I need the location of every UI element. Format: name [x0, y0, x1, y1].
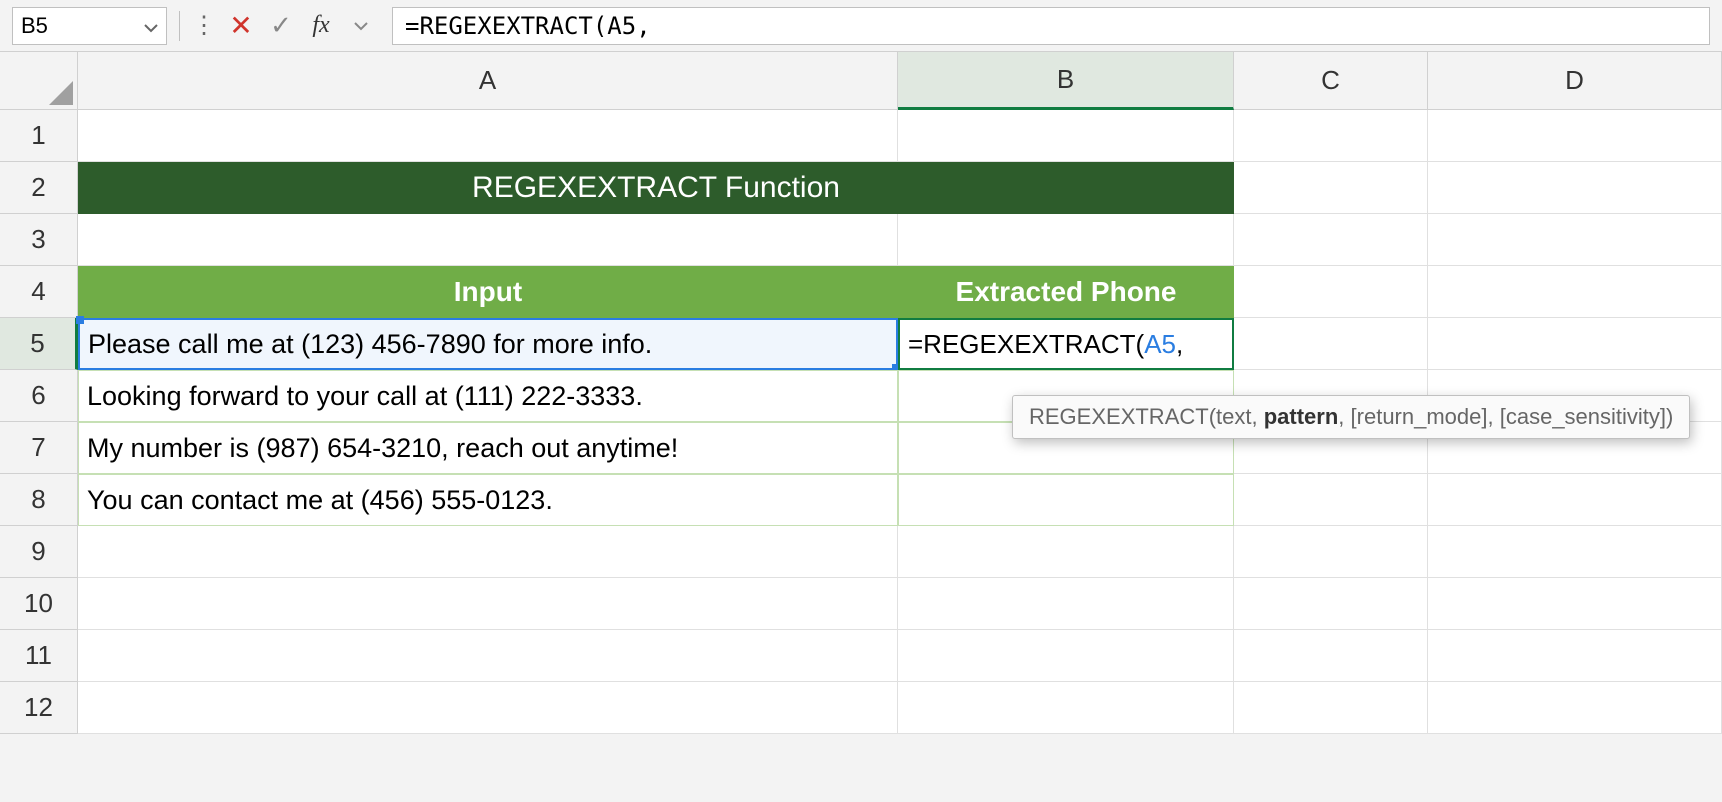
row-header-8[interactable]: 8	[0, 474, 78, 526]
cell-b11[interactable]	[898, 630, 1234, 682]
row-header-2[interactable]: 2	[0, 162, 78, 214]
col-header-d[interactable]: D	[1428, 52, 1722, 110]
cell-formula-ref: A5	[1144, 329, 1176, 360]
formula-input[interactable]: =REGEXEXTRACT(A5,	[392, 7, 1710, 45]
check-icon: ✓	[270, 10, 292, 41]
tooltip-p2: pattern	[1264, 404, 1339, 429]
close-icon: ✕	[229, 9, 252, 42]
cell-c12[interactable]	[1234, 682, 1428, 734]
col-header-b[interactable]: B	[898, 52, 1234, 110]
cell-a3[interactable]	[78, 214, 898, 266]
cell-b5[interactable]: =REGEXEXTRACT(A5,	[898, 318, 1234, 370]
cell-c11[interactable]	[1234, 630, 1428, 682]
header-input[interactable]: Input	[78, 266, 898, 318]
cell-a10[interactable]	[78, 578, 898, 630]
cell-b9[interactable]	[898, 526, 1234, 578]
cell-d10[interactable]	[1428, 578, 1722, 630]
formula-ref: A5	[607, 12, 636, 40]
cell-d9[interactable]	[1428, 526, 1722, 578]
col-header-c[interactable]: C	[1234, 52, 1428, 110]
cell-d11[interactable]	[1428, 630, 1722, 682]
cell-a11[interactable]	[78, 630, 898, 682]
fx-button[interactable]: fx	[308, 13, 334, 39]
cell-c1[interactable]	[1234, 110, 1428, 162]
name-box[interactable]: B5	[12, 7, 167, 45]
cell-a12[interactable]	[78, 682, 898, 734]
cell-c4[interactable]	[1234, 266, 1428, 318]
header-extracted[interactable]: Extracted Phone	[898, 266, 1234, 318]
row-headers: 1 2 3 4 5 6 7 8 9 10 11 12	[0, 110, 78, 734]
row-header-4[interactable]: 4	[0, 266, 78, 318]
menu-dots-icon: ⋮	[192, 11, 216, 40]
cell-d12[interactable]	[1428, 682, 1722, 734]
formula-suffix: ,	[636, 12, 650, 40]
row-header-5[interactable]: 5	[0, 318, 78, 370]
cell-d2[interactable]	[1428, 162, 1722, 214]
row-header-10[interactable]: 10	[0, 578, 78, 630]
row-header-9[interactable]: 9	[0, 526, 78, 578]
row-header-12[interactable]: 12	[0, 682, 78, 734]
formula-prefix: =REGEXEXTRACT(	[405, 12, 607, 40]
cell-d4[interactable]	[1428, 266, 1722, 318]
cell-b1[interactable]	[898, 110, 1234, 162]
cell-a6[interactable]: Looking forward to your call at (111) 22…	[78, 370, 898, 422]
cell-b12[interactable]	[898, 682, 1234, 734]
row-header-1[interactable]: 1	[0, 110, 78, 162]
row-header-7[interactable]: 7	[0, 422, 78, 474]
cell-a7[interactable]: My number is (987) 654-3210, reach out a…	[78, 422, 898, 474]
cell-c2[interactable]	[1234, 162, 1428, 214]
cell-b8[interactable]	[898, 474, 1234, 526]
tooltip-p4: [case_sensitivity]	[1500, 404, 1666, 429]
row-header-6[interactable]: 6	[0, 370, 78, 422]
cell-d8[interactable]	[1428, 474, 1722, 526]
cell-a1[interactable]	[78, 110, 898, 162]
tooltip-fname: REGEXEXTRACT	[1029, 404, 1209, 429]
formula-bar: B5 ⋮ ✕ ✓ fx =REGEXEXTRACT(A5,	[0, 0, 1722, 52]
enter-button[interactable]: ✓	[268, 13, 294, 39]
function-tooltip: REGEXEXTRACT(text, pattern, [return_mode…	[1012, 395, 1690, 439]
cell-a9[interactable]	[78, 526, 898, 578]
divider	[179, 11, 180, 41]
cell-b3[interactable]	[898, 214, 1234, 266]
formula-bar-icons: ✕ ✓ fx	[228, 13, 374, 39]
cell-d1[interactable]	[1428, 110, 1722, 162]
fx-icon: fx	[312, 12, 329, 39]
title-cell[interactable]: REGEXEXTRACT Function	[78, 162, 1234, 214]
cell-a8[interactable]: You can contact me at (456) 555-0123.	[78, 474, 898, 526]
cell-formula-prefix: =REGEXEXTRACT(	[908, 329, 1144, 360]
tooltip-p3: [return_mode]	[1351, 404, 1488, 429]
cell-b10[interactable]	[898, 578, 1234, 630]
cancel-button[interactable]: ✕	[228, 13, 254, 39]
column-headers: A B C D	[78, 52, 1722, 110]
cell-c9[interactable]	[1234, 526, 1428, 578]
cell-formula-suffix: ,	[1176, 329, 1183, 360]
name-box-value: B5	[21, 13, 48, 39]
col-header-a[interactable]: A	[78, 52, 898, 110]
cell-c3[interactable]	[1234, 214, 1428, 266]
cell-c5[interactable]	[1234, 318, 1428, 370]
select-all-corner[interactable]	[0, 52, 78, 110]
chevron-down-icon[interactable]	[144, 13, 158, 39]
row-header-3[interactable]: 3	[0, 214, 78, 266]
cell-d5[interactable]	[1428, 318, 1722, 370]
row-header-11[interactable]: 11	[0, 630, 78, 682]
cell-c10[interactable]	[1234, 578, 1428, 630]
cell-c8[interactable]	[1234, 474, 1428, 526]
tooltip-p1: text	[1216, 404, 1251, 429]
fx-dropdown[interactable]	[348, 13, 374, 39]
cell-d3[interactable]	[1428, 214, 1722, 266]
cell-a5[interactable]: Please call me at (123) 456-7890 for mor…	[78, 318, 898, 370]
